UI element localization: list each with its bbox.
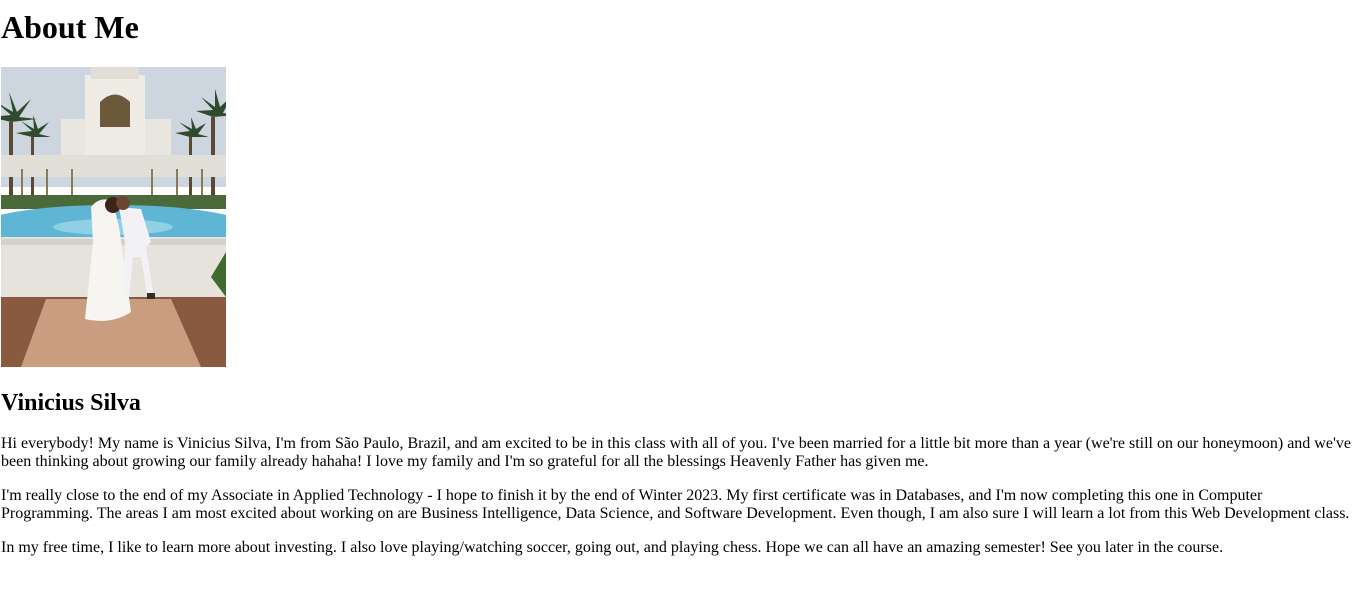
hobbies-paragraph: In my free time, I like to learn more ab… [1,539,1224,556]
intro-paragraph: Hi everybody! My name is Vinicius Silva,… [1,435,1351,470]
education-paragraph: I'm really close to the end of my Associ… [1,487,1350,522]
profile-photo [1,67,226,367]
person-name: Vinicius Silva [1,390,141,416]
page-title: About Me [1,9,139,45]
page-content: About Me Vinicius Silva Hi everybody! My… [0,0,1359,557]
